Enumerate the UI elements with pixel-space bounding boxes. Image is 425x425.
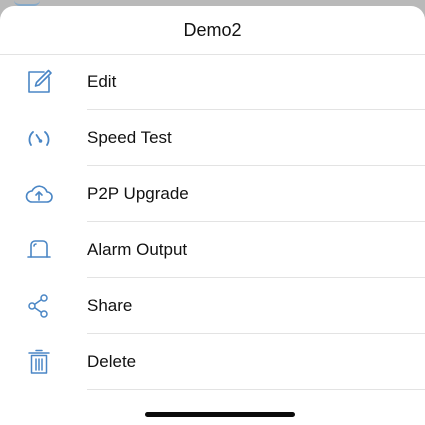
menu-item-p2p-upgrade[interactable]: P2P Upgrade <box>0 166 425 222</box>
menu-item-label: Alarm Output <box>87 240 188 259</box>
action-sheet: Demo2 Edit Speed Test P2P Upgrade Alarm … <box>0 6 425 425</box>
divider <box>87 389 425 390</box>
menu-item-label: Share <box>87 296 133 315</box>
menu-item-label: Delete <box>87 352 137 371</box>
action-menu: Edit Speed Test P2P Upgrade Alarm Output… <box>0 54 425 390</box>
sheet-title: Demo2 <box>0 6 425 55</box>
edit-icon <box>24 67 54 97</box>
menu-item-speed-test[interactable]: Speed Test <box>0 110 425 166</box>
menu-item-label: Edit <box>87 72 117 91</box>
alarm-light-icon <box>24 235 54 265</box>
menu-item-label: Speed Test <box>87 128 172 147</box>
menu-item-share[interactable]: Share <box>0 278 425 334</box>
menu-item-delete[interactable]: Delete <box>0 334 425 390</box>
menu-item-label: P2P Upgrade <box>87 184 189 203</box>
trash-icon <box>24 347 54 377</box>
menu-item-edit[interactable]: Edit <box>0 54 425 110</box>
menu-item-alarm-output[interactable]: Alarm Output <box>0 222 425 278</box>
share-icon <box>24 291 54 321</box>
speedometer-icon <box>24 123 54 153</box>
home-indicator[interactable] <box>145 412 295 417</box>
cloud-upload-icon <box>24 179 54 209</box>
